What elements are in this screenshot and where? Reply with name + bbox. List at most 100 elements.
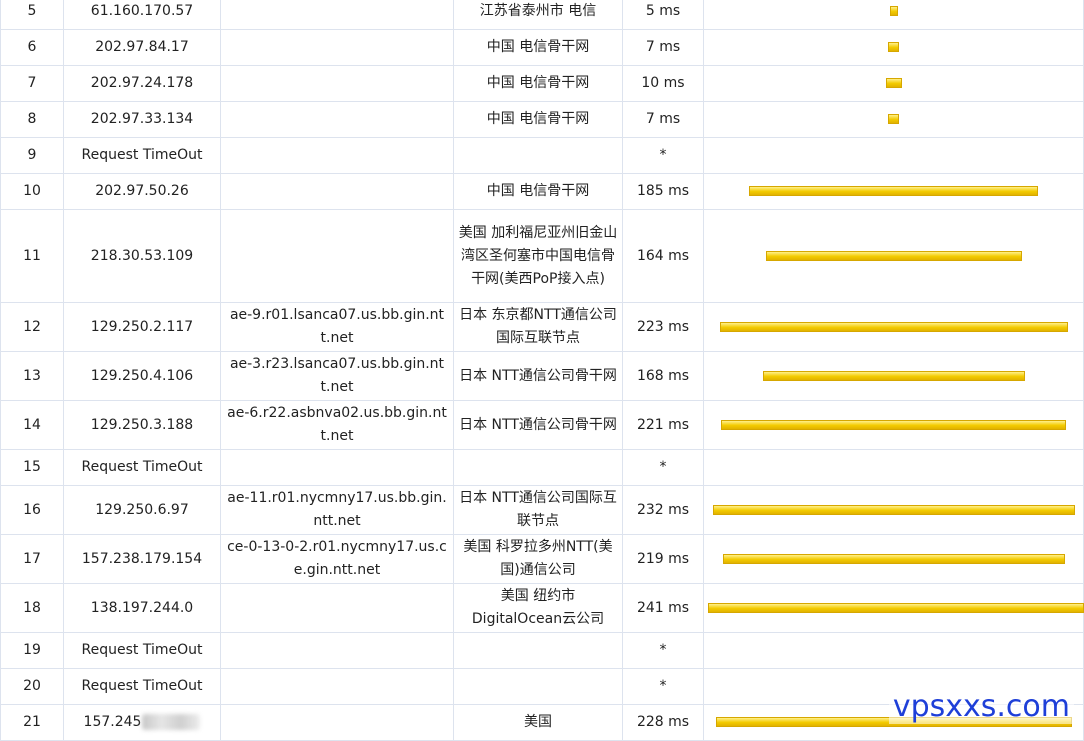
hop-number-cell: 21	[0, 704, 64, 741]
ip-address: Request TimeOut	[81, 678, 203, 694]
ip-address-cell: 129.250.2.117	[63, 302, 221, 352]
hop-number: 13	[23, 367, 41, 384]
location: 江苏省泰州市 电信	[479, 3, 597, 19]
latency: 232 ms	[636, 501, 690, 518]
hop-number: 9	[27, 147, 37, 163]
ip-address-cell: 61.160.170.57	[63, 0, 221, 30]
latency: 5 ms	[645, 3, 681, 19]
ip-address: 202.97.84.17	[95, 39, 189, 55]
latency: 219 ms	[636, 550, 690, 567]
watermark: vpsxxs.com	[888, 689, 1074, 724]
ip-address-cell: 129.250.4.106	[63, 351, 221, 401]
ip-address: Request TimeOut	[81, 642, 203, 658]
ip-address-cell: 218.30.53.109	[63, 209, 221, 303]
ip-address: 157.238.179.154	[81, 550, 203, 567]
ip-address-cell: 129.250.3.188	[63, 400, 221, 450]
location-cell	[453, 137, 623, 174]
hop-number-cell: 5	[0, 0, 64, 30]
location-cell: 日本 NTT通信公司骨干网	[453, 351, 623, 401]
hostname-cell	[220, 668, 454, 705]
latency-cell: 164 ms	[622, 209, 704, 303]
hostname: ae-9.r01.lsanca07.us.bb.gin.ntt.net	[229, 307, 445, 346]
latency-bar-cell	[703, 173, 1084, 210]
latency: *	[659, 147, 667, 163]
latency-bar-cell	[703, 400, 1084, 450]
latency: 185 ms	[636, 183, 690, 199]
latency-bar-cell	[703, 534, 1084, 584]
location: 日本 NTT通信公司国际互联节点	[459, 490, 617, 529]
ip-address-cell: 129.250.6.97	[63, 485, 221, 535]
location: 美国 纽约市DigitalOcean云公司	[471, 588, 605, 627]
hostname-cell	[220, 173, 454, 210]
latency: 7 ms	[645, 111, 681, 127]
latency: 221 ms	[636, 416, 690, 433]
latency-bar-cell	[703, 65, 1084, 102]
latency: 241 ms	[636, 599, 690, 616]
hop-number-cell: 17	[0, 534, 64, 584]
location-cell: 美国 科罗拉多州NTT(美国)通信公司	[453, 534, 623, 584]
hostname-cell: ae-9.r01.lsanca07.us.bb.gin.ntt.net	[220, 302, 454, 352]
hop-number-cell: 6	[0, 29, 64, 66]
ip-address-cell: 138.197.244.0	[63, 583, 221, 633]
hostname-cell: ae-6.r22.asbnva02.us.bb.gin.ntt.net	[220, 400, 454, 450]
latency-cell: *	[622, 449, 704, 486]
location: 日本 NTT通信公司骨干网	[459, 367, 617, 384]
table-row: 11 218.30.53.109 美国 加利福尼亚州旧金山湾区圣何塞市中国电信骨干网…	[0, 209, 1084, 303]
latency-bar-cell	[703, 583, 1084, 633]
hop-number-cell: 10	[0, 173, 64, 210]
hostname: ae-6.r22.asbnva02.us.bb.gin.ntt.net	[227, 405, 447, 444]
table-row: 15 Request TimeOut *	[0, 449, 1084, 486]
hop-number: 11	[23, 247, 41, 264]
redacted-ip-mask	[142, 714, 201, 730]
location: 美国	[524, 714, 552, 730]
latency-bar-cell	[703, 137, 1084, 174]
hostname-cell: ae-11.r01.nycmny17.us.bb.gin.ntt.net	[220, 485, 454, 535]
hostname: ae-11.r01.nycmny17.us.bb.gin.ntt.net	[227, 490, 447, 529]
latency-bar-cell	[703, 351, 1084, 401]
hostname-cell	[220, 65, 454, 102]
hop-number: 20	[23, 678, 41, 694]
latency: 223 ms	[636, 318, 690, 335]
latency-cell: 5 ms	[622, 0, 704, 30]
hop-number: 14	[23, 416, 41, 433]
latency: 164 ms	[636, 247, 690, 264]
hop-number: 10	[23, 183, 41, 199]
hostname-cell	[220, 632, 454, 669]
latency-bar	[721, 419, 1066, 430]
table-row: 7 202.97.24.178 中国 电信骨干网 10 ms	[0, 65, 1084, 102]
hop-number: 18	[23, 599, 41, 616]
hop-number: 17	[23, 550, 41, 567]
table-row: 5 61.160.170.57 江苏省泰州市 电信 5 ms	[0, 0, 1084, 30]
latency: *	[659, 678, 667, 694]
ip-address: 129.250.6.97	[95, 501, 189, 518]
latency-bar-cell	[703, 485, 1084, 535]
hostname: ce-0-13-0-2.r01.nycmny17.us.ce.gin.ntt.n…	[227, 539, 447, 578]
hop-number-cell: 19	[0, 632, 64, 669]
traceroute-table-body: 5 61.160.170.57 江苏省泰州市 电信 5 ms 6 202.97.84.17…	[0, 0, 1084, 741]
location-cell: 日本 NTT通信公司骨干网	[453, 400, 623, 450]
ip-address-cell: 157.238.179.154	[63, 534, 221, 584]
location: 美国 加利福尼亚州旧金山湾区圣何塞市中国电信骨干网(美西PoP接入点)	[458, 224, 618, 287]
table-row: 19 Request TimeOut *	[0, 632, 1084, 669]
table-row: 6 202.97.84.17 中国 电信骨干网 7 ms	[0, 29, 1084, 66]
ip-address-cell: 202.97.84.17	[63, 29, 221, 66]
hop-number: 6	[27, 39, 37, 55]
ip-address: 129.250.3.188	[90, 416, 194, 433]
latency-bar	[749, 186, 1038, 196]
ip-address: 138.197.244.0	[90, 599, 194, 616]
hop-number-cell: 11	[0, 209, 64, 303]
hostname-cell: ce-0-13-0-2.r01.nycmny17.us.ce.gin.ntt.n…	[220, 534, 454, 584]
table-row: 13 129.250.4.106 ae-3.r23.lsanca07.us.bb.g…	[0, 351, 1084, 401]
latency-bar-cell	[703, 209, 1084, 303]
table-row: 18 138.197.244.0 美国 纽约市DigitalOcean云公司 241 …	[0, 583, 1084, 633]
latency-cell: 232 ms	[622, 485, 704, 535]
table-row: 12 129.250.2.117 ae-9.r01.lsanca07.us.bb.g…	[0, 302, 1084, 352]
location-cell	[453, 449, 623, 486]
traceroute-table: 5 61.160.170.57 江苏省泰州市 电信 5 ms 6 202.97.84.17…	[0, 0, 1084, 741]
ip-address: 157.245	[83, 714, 142, 730]
hop-number-cell: 9	[0, 137, 64, 174]
latency-bar	[722, 553, 1065, 564]
ip-address: Request TimeOut	[81, 147, 203, 163]
latency-bar	[762, 370, 1025, 381]
hop-number: 21	[23, 714, 41, 730]
